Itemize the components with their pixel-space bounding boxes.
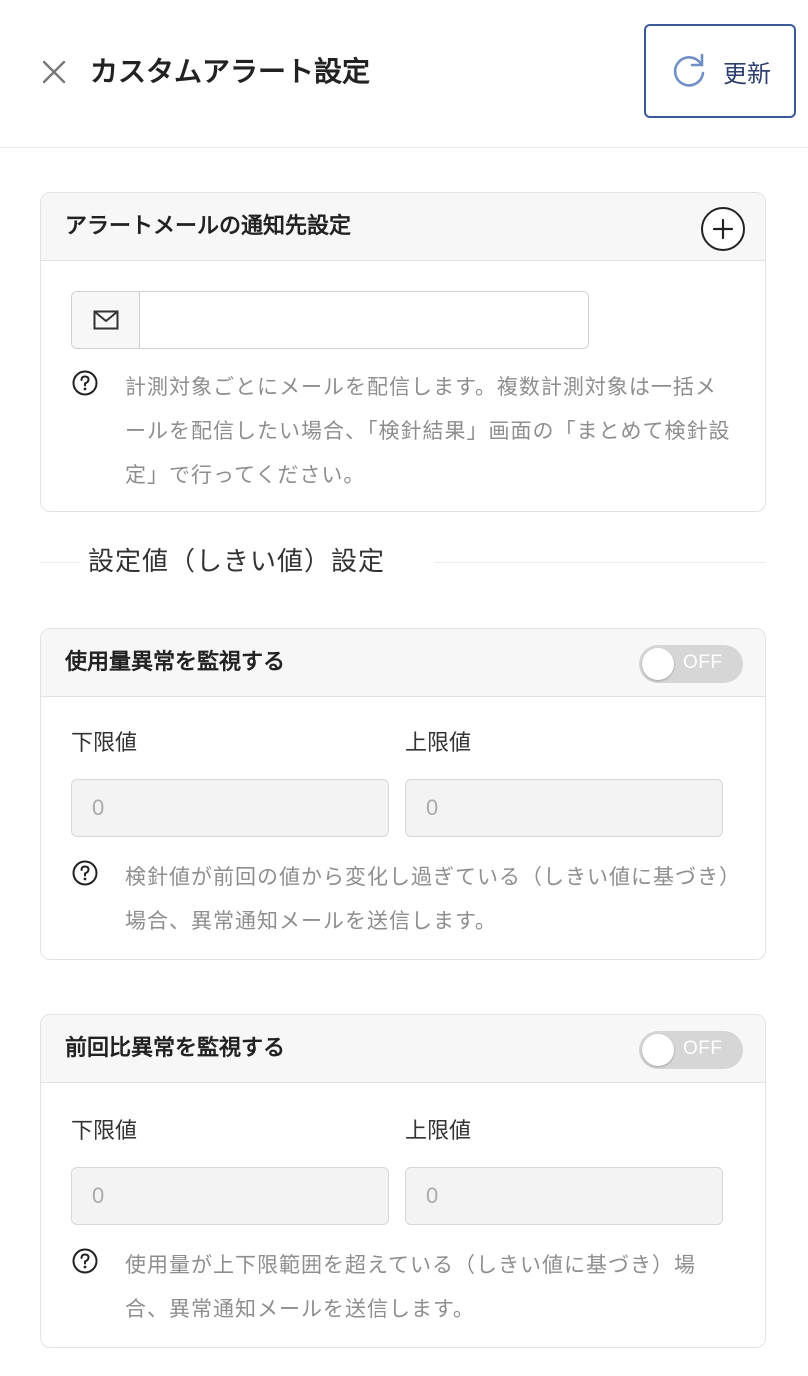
email-input-group xyxy=(71,291,589,349)
upper-limit-label: 上限値 xyxy=(405,1119,472,1144)
email-field[interactable] xyxy=(140,292,588,348)
refresh-label: 更新 xyxy=(723,59,771,88)
email-card-header: アラートメールの通知先設定 xyxy=(41,193,765,261)
mail-icon xyxy=(93,310,118,330)
refresh-button[interactable]: 更新 xyxy=(644,24,796,118)
upper-limit-label: 上限値 xyxy=(405,731,472,756)
usage-monitor-toggle[interactable]: OFF xyxy=(639,645,743,683)
usage-hint: 検針値が前回の値から変化し過ぎている（しきい値に基づき）場合、異常通知メールを送… xyxy=(71,855,735,943)
ratio-hint-text: 使用量が上下限範囲を超えている（しきい値に基づき）場合、異常通知メールを送信しま… xyxy=(125,1253,696,1321)
usage-card-title: 使用量異常を監視する xyxy=(65,650,286,675)
ratio-hint: 使用量が上下限範囲を超えている（しきい値に基づき）場合、異常通知メールを送信しま… xyxy=(71,1243,735,1331)
refresh-icon xyxy=(673,53,705,87)
lower-limit-input[interactable]: 0 xyxy=(71,1167,389,1225)
add-email-button[interactable] xyxy=(701,207,745,251)
lower-limit-label: 下限値 xyxy=(71,731,138,756)
usage-hint-text: 検針値が前回の値から変化し過ぎている（しきい値に基づき）場合、異常通知メールを送… xyxy=(125,865,731,933)
ratio-anomaly-card: 前回比異常を監視する OFF 下限値 上限値 0 0 使用量が上下限範囲を超えて… xyxy=(40,1014,766,1348)
threshold-section-title: 設定値（しきい値）設定 xyxy=(88,547,386,577)
email-hint-text: 計測対象ごとにメールを配信します。複数計測対象は一括メールを配信したい場合、「検… xyxy=(125,375,731,487)
header: カスタムアラート設定 更新 xyxy=(0,0,808,148)
toggle-knob xyxy=(642,648,674,680)
usage-anomaly-card: 使用量異常を監視する OFF 下限値 上限値 0 0 検針値が前回の値から変化し… xyxy=(40,628,766,960)
section-divider-left xyxy=(40,562,80,563)
upper-limit-input[interactable]: 0 xyxy=(405,1167,723,1225)
upper-limit-input[interactable]: 0 xyxy=(405,779,723,837)
plus-icon xyxy=(712,218,734,240)
close-icon xyxy=(42,60,66,84)
ratio-monitor-toggle[interactable]: OFF xyxy=(639,1031,743,1069)
help-icon xyxy=(72,860,98,886)
page-title: カスタムアラート設定 xyxy=(90,55,371,88)
toggle-state-label: OFF xyxy=(683,1038,723,1059)
lower-limit-label: 下限値 xyxy=(71,1119,138,1144)
ratio-card-header: 前回比異常を監視する OFF xyxy=(41,1015,765,1083)
email-hint: 計測対象ごとにメールを配信します。複数計測対象は一括メールを配信したい場合、「検… xyxy=(71,365,735,497)
threshold-section-header: 設定値（しきい値）設定 xyxy=(40,540,766,584)
close-button[interactable] xyxy=(38,56,70,88)
help-icon xyxy=(72,1248,98,1274)
toggle-knob xyxy=(642,1034,674,1066)
lower-limit-input[interactable]: 0 xyxy=(71,779,389,837)
email-card-title: アラートメールの通知先設定 xyxy=(65,214,352,239)
help-icon xyxy=(72,370,98,396)
ratio-card-title: 前回比異常を監視する xyxy=(65,1036,286,1061)
section-divider-right xyxy=(434,562,766,563)
email-notification-card: アラートメールの通知先設定 計測対象ごとにメールを配信します。複数計測対象は一括… xyxy=(40,192,766,512)
toggle-state-label: OFF xyxy=(683,652,723,673)
usage-card-header: 使用量異常を監視する OFF xyxy=(41,629,765,697)
email-addon xyxy=(72,292,140,348)
